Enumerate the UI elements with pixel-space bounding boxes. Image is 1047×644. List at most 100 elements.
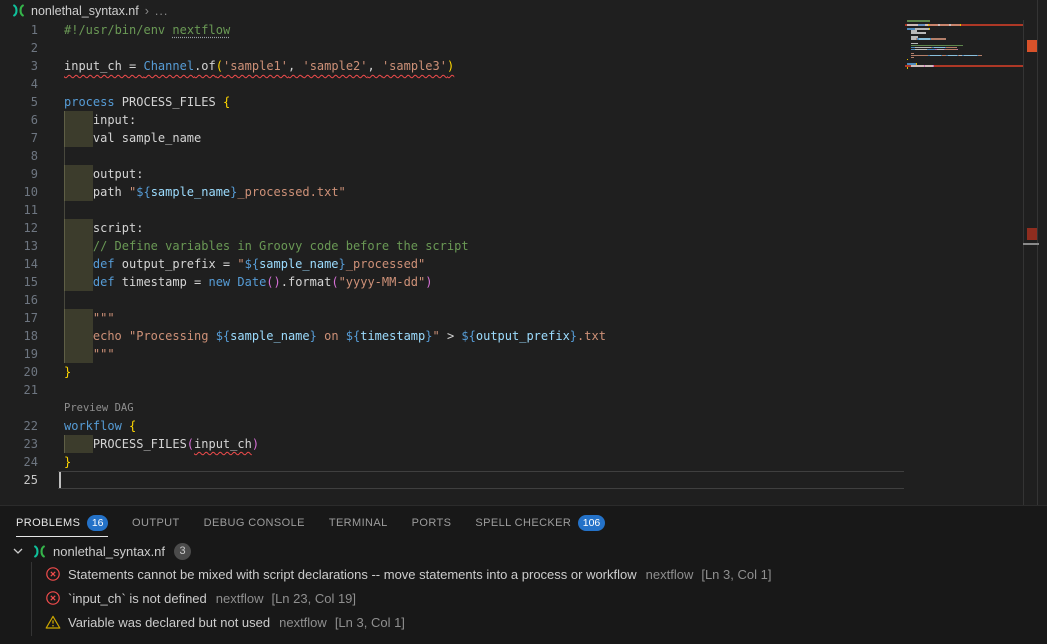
line-number: 3 (0, 57, 38, 75)
code-line-5[interactable]: 5 process PROCESS_FILES { (0, 93, 1022, 111)
code-line-12[interactable]: 12 script: (0, 219, 1022, 237)
tree-indent-guide (31, 562, 32, 636)
code-line-17[interactable]: 17""" (0, 309, 1022, 327)
line-number: 8 (0, 147, 38, 165)
line-number: 23 (0, 435, 38, 453)
code-line-6[interactable]: 6input: (0, 111, 1022, 129)
code-line-2[interactable]: 2 (0, 39, 1022, 57)
error-icon (45, 566, 61, 582)
problem-row-3[interactable]: Variable was declared but not usednextfl… (0, 610, 1047, 634)
tab-spell-checker[interactable]: SPELL CHECKER106 (475, 506, 604, 540)
tab-output[interactable]: OUTPUT (132, 506, 180, 540)
line-content: output: (64, 165, 143, 183)
problems-list: Statements cannot be mixed with script d… (0, 562, 1047, 634)
overview-ruler-error-marker-line3[interactable] (1027, 40, 1037, 52)
tab-label: SPELL CHECKER (475, 517, 571, 529)
code-line-7[interactable]: 7val sample_name (0, 129, 1022, 147)
minimap-line (957, 49, 958, 51)
line-number: 12 (0, 219, 38, 237)
line-number: 9 (0, 165, 38, 183)
indent-guide (64, 291, 65, 309)
tab-label: TERMINAL (329, 517, 388, 529)
line-number: 6 (0, 111, 38, 129)
code-line-24[interactable]: 24} (0, 453, 1022, 471)
code-lines: 1#!/usr/bin/env nextflow23input_ch = Cha… (0, 21, 1022, 489)
code-line-23[interactable]: 23 PROCESS_FILES(input_ch) (0, 435, 1022, 453)
line-content: def timestamp = new Date().format("yyyy-… (64, 273, 433, 291)
minimap-line (945, 49, 957, 51)
code-line-3[interactable]: 3input_ch = Channel.of('sample1', 'sampl… (0, 57, 1022, 75)
tab-ports[interactable]: PORTS (412, 506, 452, 540)
code-line-4[interactable]: 4 (0, 75, 1022, 93)
line-number: 16 (0, 291, 38, 309)
minimap-line (964, 55, 977, 57)
chevron-down-icon[interactable] (10, 543, 26, 559)
code-line-13[interactable]: 13// Define variables in Groovy code bef… (0, 237, 1022, 255)
code-line-25[interactable]: 25 (0, 471, 1022, 489)
minimap-line (931, 38, 946, 40)
line-number: 5 (0, 93, 38, 111)
code-line-1[interactable]: 1#!/usr/bin/env nextflow (0, 21, 1022, 39)
minimap-line (930, 55, 941, 57)
minimap-line (978, 55, 982, 57)
line-number: 20 (0, 363, 38, 381)
tab-debug-console[interactable]: DEBUG CONSOLE (204, 506, 305, 540)
line-number: 17 (0, 309, 38, 327)
line-content: PROCESS_FILES(input_ch) (64, 435, 259, 453)
line-number: 2 (0, 39, 38, 57)
nextflow-file-icon (32, 544, 47, 559)
code-line-11[interactable]: 11 (0, 201, 1022, 219)
line-number: 19 (0, 345, 38, 363)
line-content: def output_prefix = "${sample_name}_proc… (64, 255, 425, 273)
code-line-22[interactable]: 22workflow { (0, 417, 1022, 435)
line-content: echo "Processing ${sample_name} on ${tim… (64, 327, 606, 345)
line-number: 4 (0, 75, 38, 93)
line-content: path "${sample_name}_processed.txt" (64, 183, 346, 201)
code-line-8[interactable]: 8 (0, 147, 1022, 165)
problem-row-1[interactable]: Statements cannot be mixed with script d… (0, 562, 1047, 586)
problem-row-2[interactable]: `input_ch` is not definednextflow[Ln 23,… (0, 586, 1047, 610)
problems-file-group[interactable]: nonlethal_syntax.nf 3 (0, 540, 1047, 562)
code-line-14[interactable]: 14 def output_prefix = "${sample_name}_pr… (0, 255, 1022, 273)
line-content: script: (64, 219, 143, 237)
minimap-line (907, 24, 918, 26)
minimap-line (911, 65, 924, 67)
tab-terminal[interactable]: TERMINAL (329, 506, 388, 540)
line-content: } (64, 453, 71, 471)
minimap-line (907, 20, 922, 22)
minimap[interactable] (905, 20, 1023, 90)
tab-problems[interactable]: PROBLEMS16 (16, 506, 108, 540)
code-line-18[interactable]: 18 echo "Processing ${sample_name} on ${t… (0, 327, 1022, 345)
text-cursor (59, 472, 61, 488)
line-number: 25 (0, 471, 38, 489)
code-line-16[interactable]: 16 (0, 291, 1022, 309)
line-number: 11 (0, 201, 38, 219)
code-line-10[interactable]: 10path "${sample_name}_processed.txt" (0, 183, 1022, 201)
minimap-line (911, 32, 926, 34)
code-editor[interactable]: 1#!/usr/bin/env nextflow23input_ch = Cha… (0, 0, 1047, 505)
code-line-20[interactable]: 20} (0, 363, 1022, 381)
problems-file-name: nonlethal_syntax.nf (53, 544, 165, 559)
codelens-preview-dag[interactable]: Preview DAG (64, 402, 134, 414)
line-content: process PROCESS_FILES { (64, 93, 230, 111)
problem-message: `input_ch` is not defined (68, 591, 207, 606)
indent-guide (64, 201, 65, 219)
minimap-line (919, 38, 930, 40)
overview-ruler-error-marker-line23[interactable] (1027, 228, 1037, 240)
minimap-line (922, 20, 930, 22)
warning-icon (45, 614, 61, 630)
line-number: 13 (0, 237, 38, 255)
line-number: 14 (0, 255, 38, 273)
minimap-line (929, 24, 938, 26)
code-line-9[interactable]: 9 output: (0, 165, 1022, 183)
minimap-line (948, 55, 957, 57)
minimap-line (918, 24, 925, 26)
line-number: 18 (0, 327, 38, 345)
code-line-19[interactable]: 19""" (0, 345, 1022, 363)
code-line-15[interactable]: 15def timestamp = new Date().format("yyy… (0, 273, 1022, 291)
code-line-21[interactable]: 21 (0, 381, 1022, 399)
problem-location: [Ln 3, Col 1] (335, 615, 405, 630)
problem-location: [Ln 3, Col 1] (701, 567, 771, 582)
line-content: val sample_name (64, 129, 201, 147)
line-number: 22 (0, 417, 38, 435)
